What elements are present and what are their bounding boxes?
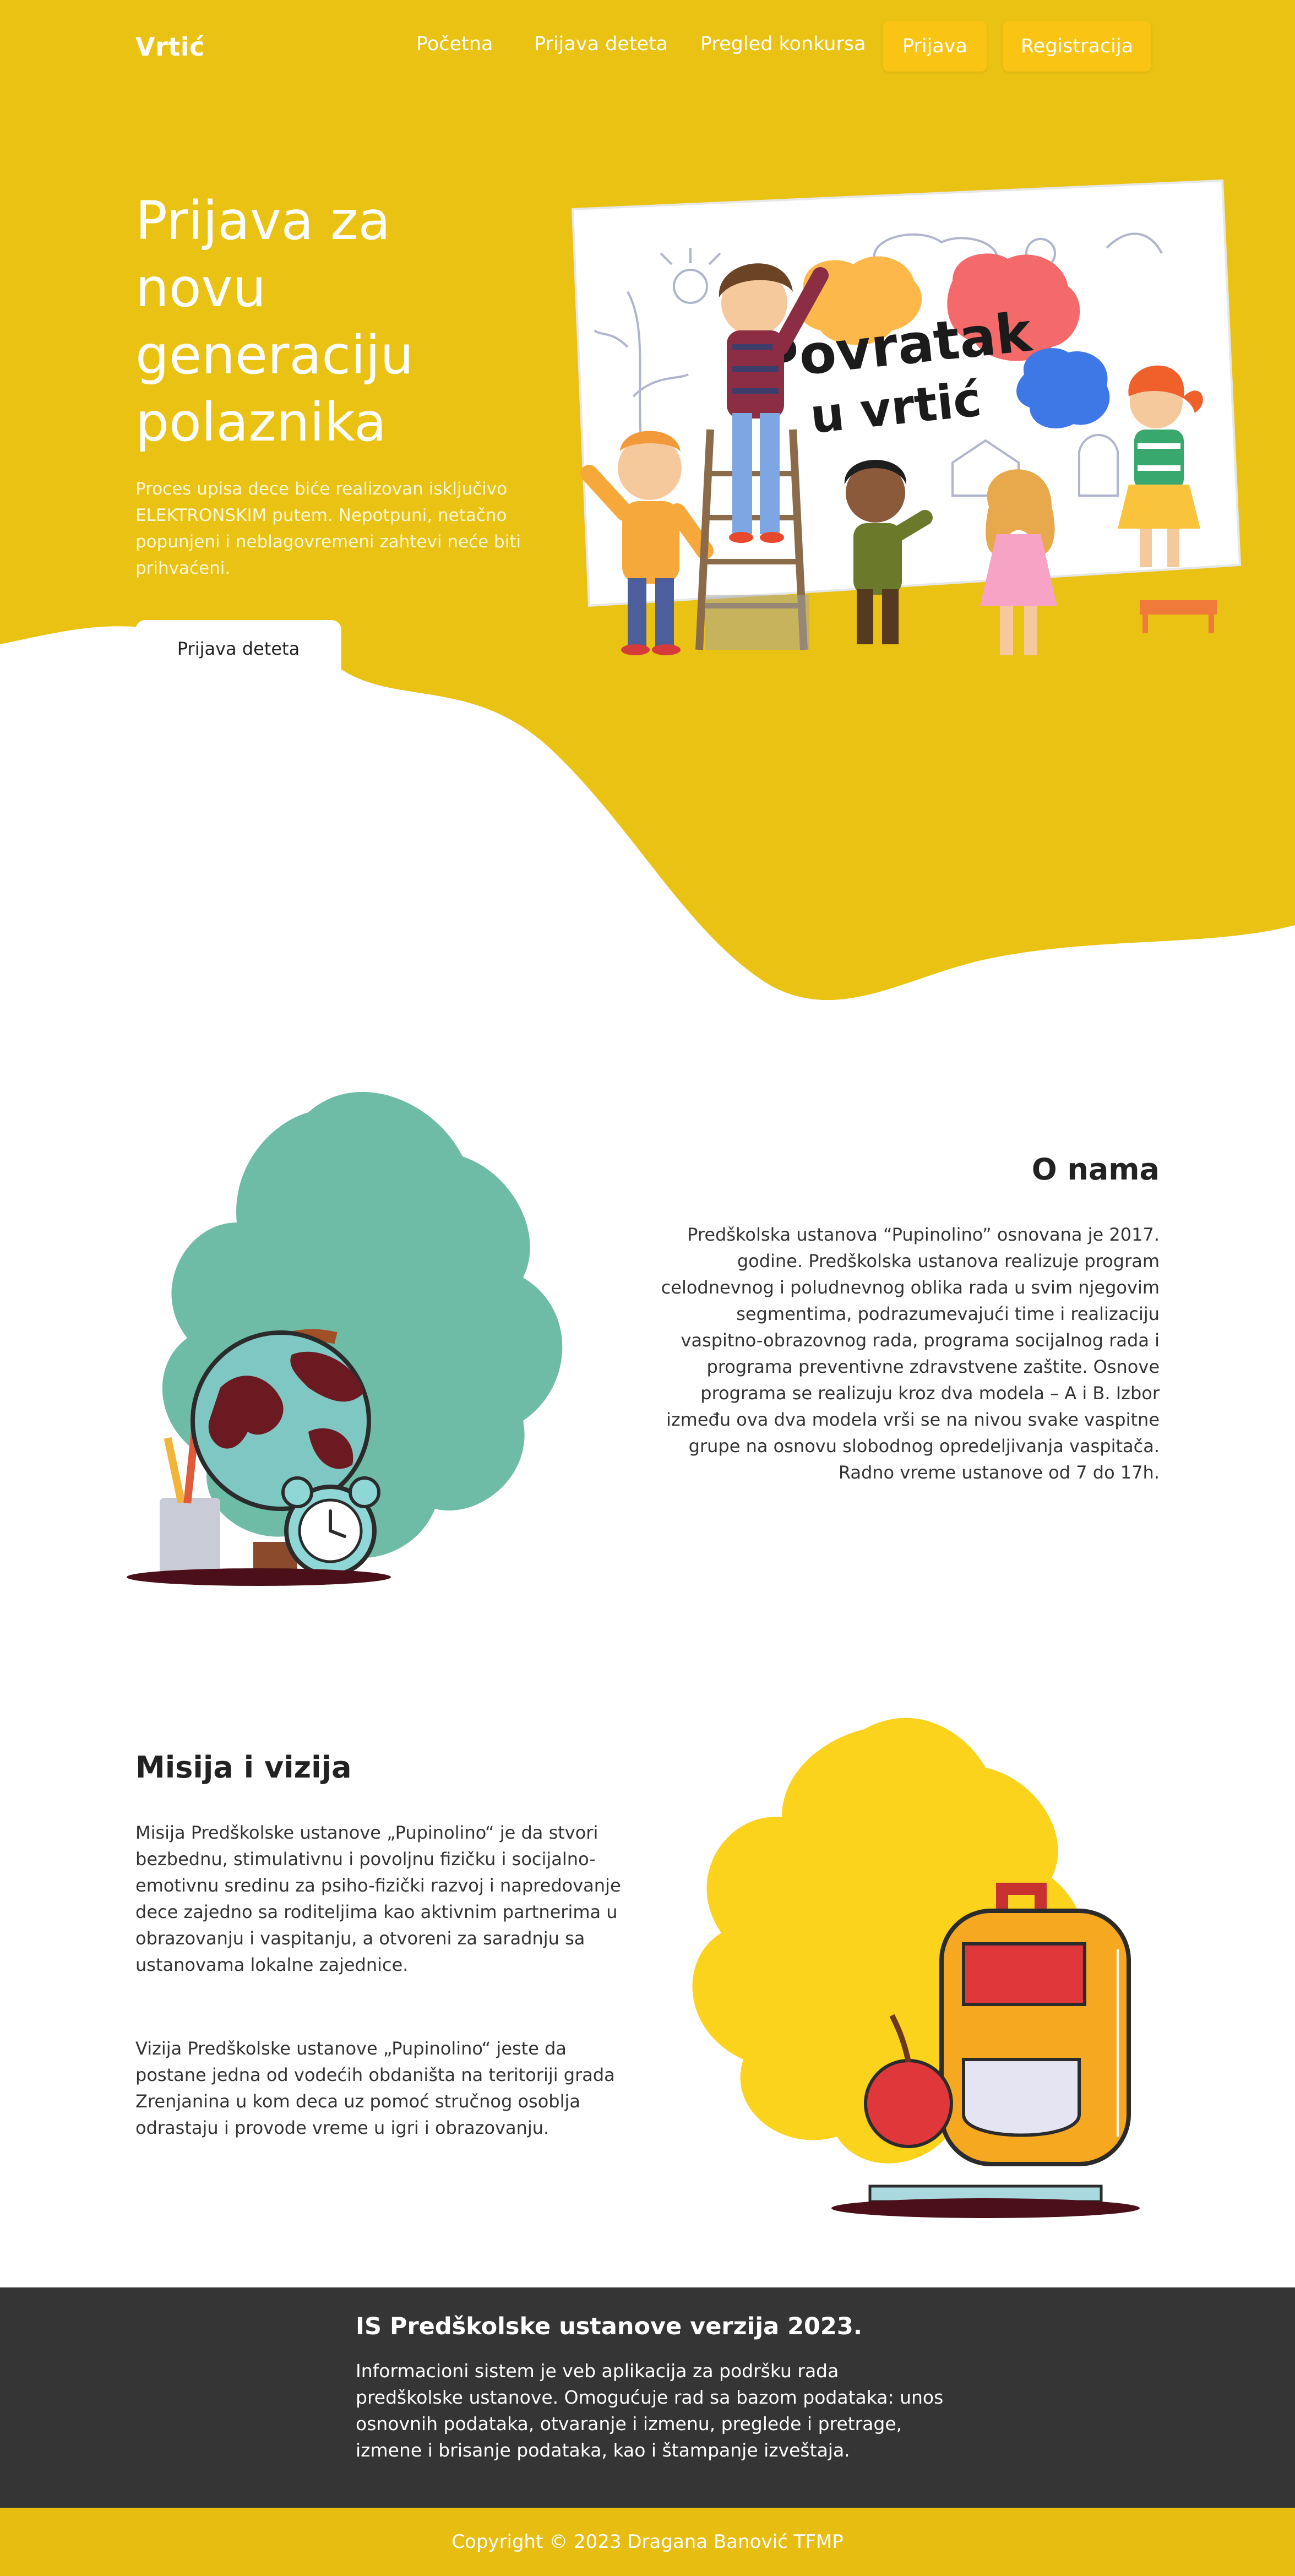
- footer-title: IS Predškolske ustanove verzija 2023.: [356, 2313, 863, 2340]
- kid-pink-dress: [980, 469, 1057, 655]
- top-navbar: Vrtić Početna Prijava deteta Pregled kon…: [0, 0, 1295, 94]
- hero-description: Proces upisa dece biće realizovan isklju…: [135, 479, 521, 578]
- mission-text: Misija Predškolske ustanove „Pupinolino“…: [135, 1822, 621, 1975]
- vision-text: Vizija Predškolske ustanove „Pupinolino“…: [135, 2038, 615, 2138]
- copyright-text: Copyright © 2023 Dragana Banović TFMP: [451, 2531, 844, 2553]
- footer-description: Informacioni sistem je veb aplikacija za…: [356, 2360, 944, 2461]
- about-title: O nama: [1031, 1152, 1160, 1187]
- register-button[interactable]: Registracija: [1003, 21, 1151, 72]
- mission-vision-title: Misija i vizija: [135, 1750, 352, 1785]
- nav-link-child-registration[interactable]: Prijava deteta: [534, 33, 668, 55]
- register-child-button[interactable]: Prijava deteta: [135, 620, 341, 677]
- globe-and-clock-illustration: [127, 1091, 563, 1586]
- backpack-and-apple-illustration: [692, 1718, 1140, 2218]
- brand-logo[interactable]: Vrtić: [135, 32, 205, 62]
- nav-link-competition-overview[interactable]: Pregled konkursa: [700, 33, 866, 55]
- back-to-kindergarten-illustration: Povratak u vrtić: [571, 179, 1242, 655]
- copyright-bar: Copyright © 2023 Dragana Banović TFMP: [0, 2508, 1295, 2576]
- about-description: Predškolska ustanova “Pupinolino” osnova…: [661, 1224, 1160, 1483]
- hero-title: Prijava za novu generaciju polaznika: [135, 190, 414, 453]
- hero-section: Vrtić Početna Prijava deteta Pregled kon…: [0, 0, 1295, 1013]
- nav-link-home[interactable]: Početna: [416, 33, 493, 55]
- login-button[interactable]: Prijava: [883, 21, 987, 72]
